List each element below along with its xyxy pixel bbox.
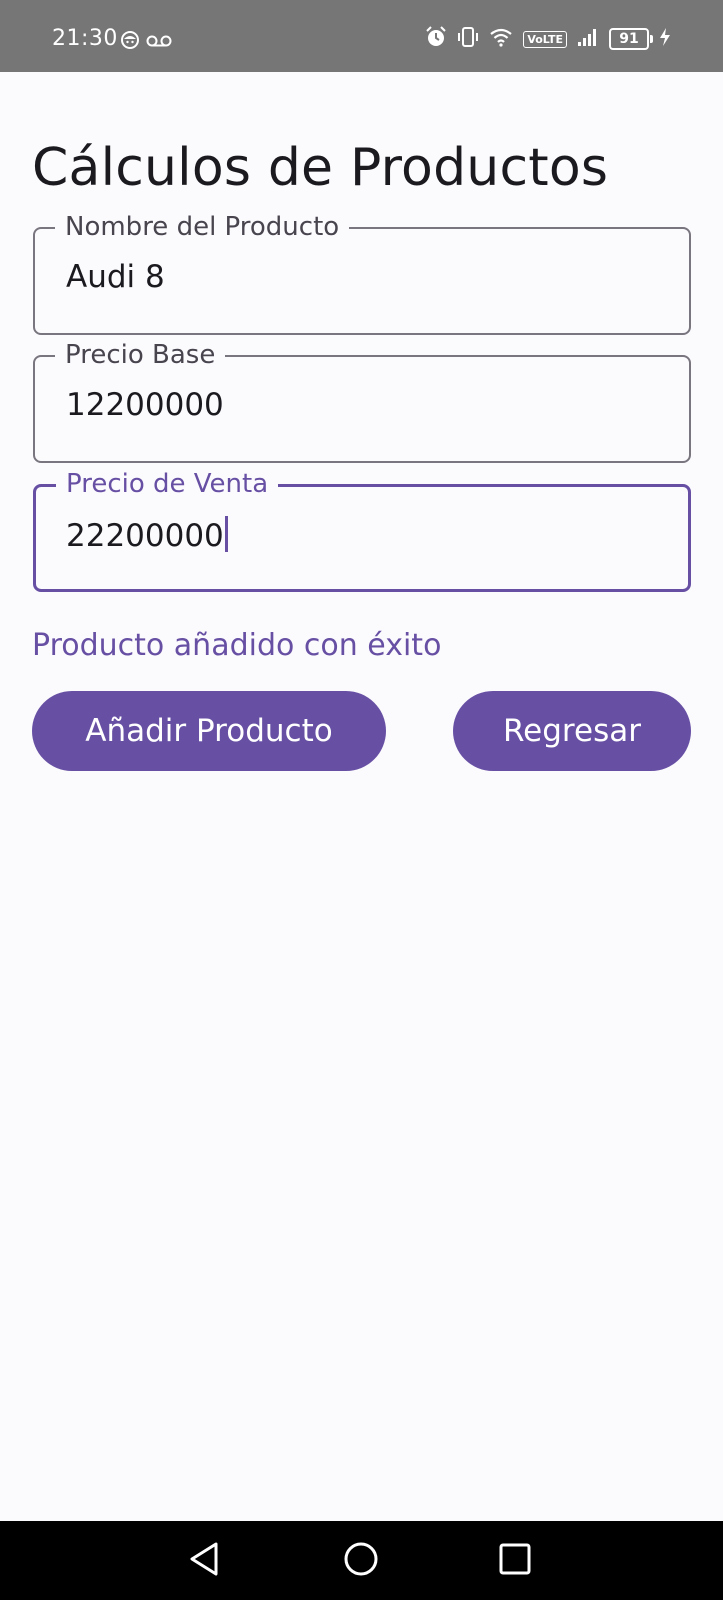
battery-icon: 91 <box>609 28 653 50</box>
back-button[interactable]: Regresar <box>453 691 691 771</box>
text-cursor <box>224 516 228 552</box>
notification-face-icon <box>120 30 140 54</box>
sale-price-input[interactable]: 22200000 <box>66 516 228 554</box>
product-name-field[interactable]: Nombre del Producto Audi 8 <box>33 212 691 335</box>
signal-icon <box>577 27 599 51</box>
product-name-value[interactable]: Audi 8 <box>66 259 165 295</box>
base-price-value[interactable]: 12200000 <box>66 387 224 423</box>
home-icon[interactable] <box>343 1541 379 1581</box>
back-icon[interactable] <box>188 1541 222 1581</box>
product-name-label: Nombre del Producto <box>55 212 350 242</box>
base-price-label: Precio Base <box>55 340 226 370</box>
alarm-icon <box>425 26 447 52</box>
charging-icon <box>659 27 671 51</box>
status-time: 21:30 <box>52 26 118 51</box>
sale-price-label: Precio de Venta <box>56 469 279 499</box>
recents-icon[interactable] <box>498 1541 532 1581</box>
sale-price-value: 22200000 <box>66 518 224 554</box>
base-price-field[interactable]: Precio Base 12200000 <box>33 340 691 463</box>
sale-price-field[interactable]: Precio de Venta 22200000 <box>33 469 691 592</box>
success-message: Producto añadido con éxito <box>32 628 442 663</box>
page-title: Cálculos de Productos <box>32 138 609 198</box>
add-product-button[interactable]: Añadir Producto <box>32 691 386 771</box>
volte-icon: VoLTE <box>523 30 567 48</box>
navigation-bar <box>0 1521 723 1600</box>
wifi-icon <box>489 27 513 51</box>
vibrate-icon <box>457 26 479 52</box>
voicemail-icon <box>146 33 172 52</box>
status-bar: 21:30 VoLTE 91 <box>0 0 723 72</box>
